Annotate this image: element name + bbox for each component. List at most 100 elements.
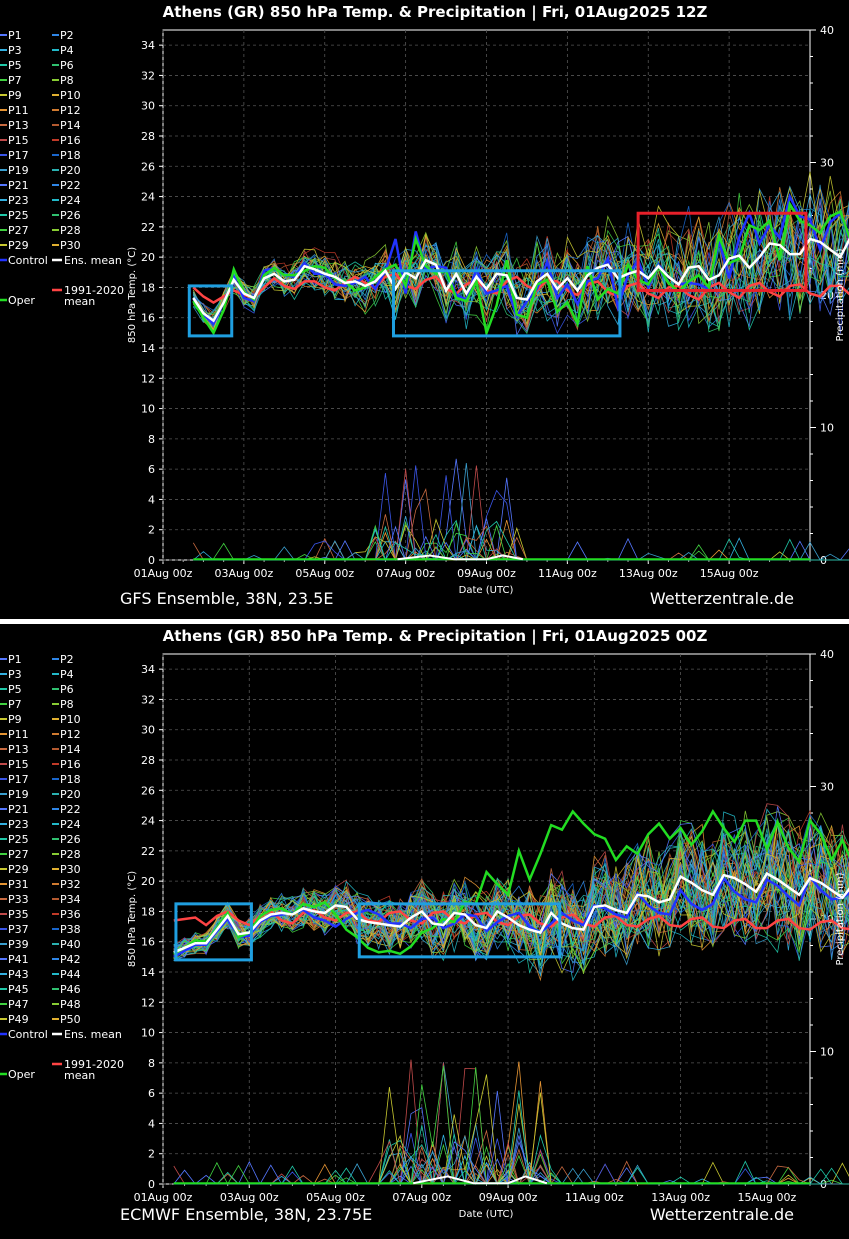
legend-item: P47: [8, 998, 29, 1011]
y-tick-label: 8: [148, 433, 155, 446]
legend-item: P7: [8, 74, 22, 87]
legend-item: P26: [60, 833, 81, 846]
legend-item: P21: [8, 179, 29, 192]
legend-item: P44: [60, 968, 81, 981]
legend-item: P49: [8, 1013, 29, 1026]
y-tick-label: 4: [148, 1117, 155, 1130]
legend-item: P7: [8, 698, 22, 711]
legend-item: P29: [8, 863, 29, 876]
y-tick-label: 14: [141, 342, 155, 355]
legend-item: P30: [60, 239, 81, 252]
plot-area: 0246810121416182022242628303234010203040…: [134, 648, 849, 1204]
x-tick-label: 03Aug 00z: [215, 567, 274, 580]
legend-oper: Oper: [8, 1068, 35, 1081]
legend-item: P2: [60, 653, 74, 666]
x-tick-label: 01Aug 00z: [134, 1191, 193, 1204]
legend-item: P40: [60, 938, 81, 951]
legend-item: P26: [60, 209, 81, 222]
legend-item: P17: [8, 773, 29, 786]
x-tick-label: 13Aug 00z: [651, 1191, 710, 1204]
legend-item: P10: [60, 713, 81, 726]
x-tick-label: 09Aug 00z: [479, 1191, 538, 1204]
y2-tick-label: 0: [820, 554, 827, 567]
legend-item: P38: [60, 923, 81, 936]
x-axis-label: Date (UTC): [459, 585, 514, 596]
y-tick-label: 18: [141, 281, 155, 294]
legend-item: P41: [8, 953, 29, 966]
y-tick-label: 8: [148, 1057, 155, 1070]
y2-tick-label: 10: [820, 1046, 834, 1059]
legend-item: P19: [8, 164, 29, 177]
x-tick-label: 05Aug 00z: [306, 1191, 365, 1204]
legend-item: P25: [8, 209, 29, 222]
legend-climate: mean: [64, 295, 95, 308]
y-tick-label: 14: [141, 966, 155, 979]
y-tick-label: 10: [141, 403, 155, 416]
legend-item: P36: [60, 908, 81, 921]
legend-item: P37: [8, 923, 29, 936]
y-tick-label: 28: [141, 754, 155, 767]
legend-item: P32: [60, 878, 81, 891]
legend-item: P16: [60, 758, 81, 771]
legend-item: P18: [60, 773, 81, 786]
y2-tick-label: 40: [820, 24, 834, 37]
y-tick-label: 16: [141, 936, 155, 949]
source-label: Wetterzentrale.de: [650, 1205, 794, 1224]
x-tick-label: 15Aug 00z: [737, 1191, 796, 1204]
y-tick-label: 20: [141, 251, 155, 264]
legend-control: Control: [8, 254, 48, 267]
x-tick-label: 11Aug 00z: [565, 1191, 624, 1204]
legend-item: P48: [60, 998, 81, 1011]
x-tick-label: 09Aug 00z: [457, 567, 516, 580]
legend-item: P1: [8, 29, 22, 42]
legend-item: P31: [8, 878, 29, 891]
model-label: GFS Ensemble, 38N, 23.5E: [120, 589, 333, 608]
model-label: ECMWF Ensemble, 38N, 23.75E: [120, 1205, 372, 1224]
legend-item: P21: [8, 803, 29, 816]
legend-oper: Oper: [8, 294, 35, 307]
y-tick-label: 6: [148, 463, 155, 476]
x-tick-label: 07Aug 00z: [376, 567, 435, 580]
legend-item: P45: [8, 983, 29, 996]
y-tick-label: 24: [141, 815, 155, 828]
legend-item: P43: [8, 968, 29, 981]
legend-ens-mean: Ens. mean: [64, 1028, 122, 1041]
y-tick-label: 2: [148, 1148, 155, 1161]
legend-item: P23: [8, 194, 29, 207]
legend-item: P22: [60, 179, 81, 192]
gfs-ensemble-chart: Athens (GR) 850 hPa Temp. & Precipitatio…: [0, 3, 849, 608]
legend-item: P4: [60, 44, 74, 57]
y-tick-label: 12: [141, 372, 155, 385]
y-tick-label: 10: [141, 1027, 155, 1040]
y-tick-label: 34: [141, 39, 155, 52]
chart-title: Athens (GR) 850 hPa Temp. & Precipitatio…: [163, 3, 708, 22]
legend-item: P6: [60, 59, 74, 72]
legend-item: P50: [60, 1013, 81, 1026]
legend-item: P8: [60, 74, 74, 87]
legend-item: P35: [8, 908, 29, 921]
legend-item: P13: [8, 119, 29, 132]
y-tick-label: 26: [141, 160, 155, 173]
legend-item: P3: [8, 668, 22, 681]
source-label: Wetterzentrale.de: [650, 589, 794, 608]
legend-item: P2: [60, 29, 74, 42]
y-tick-label: 30: [141, 724, 155, 737]
legend-item: P20: [60, 164, 81, 177]
y-tick-label: 22: [141, 845, 155, 858]
y-tick-label: 24: [141, 191, 155, 204]
legend-item: P18: [60, 149, 81, 162]
x-tick-label: 03Aug 00z: [220, 1191, 279, 1204]
y-tick-label: 22: [141, 221, 155, 234]
x-tick-label: 01Aug 00z: [134, 567, 193, 580]
legend-item: P11: [8, 728, 29, 741]
chart-title: Athens (GR) 850 hPa Temp. & Precipitatio…: [163, 627, 708, 646]
legend-item: P8: [60, 698, 74, 711]
legend-item: P24: [60, 194, 81, 207]
y2-tick-label: 40: [820, 648, 834, 661]
legend-item: P20: [60, 788, 81, 801]
x-tick-label: 13Aug 00z: [619, 567, 678, 580]
y-axis-label: 850 hPa Temp. (°C): [127, 871, 138, 967]
y-tick-label: 20: [141, 875, 155, 888]
legend-item: P9: [8, 713, 22, 726]
legend: P1 P2 P3 P4 P5 P6 P7 P8 P9 P10 P11 P12 P13 P14 P15 P16 P…: [0, 653, 124, 1082]
